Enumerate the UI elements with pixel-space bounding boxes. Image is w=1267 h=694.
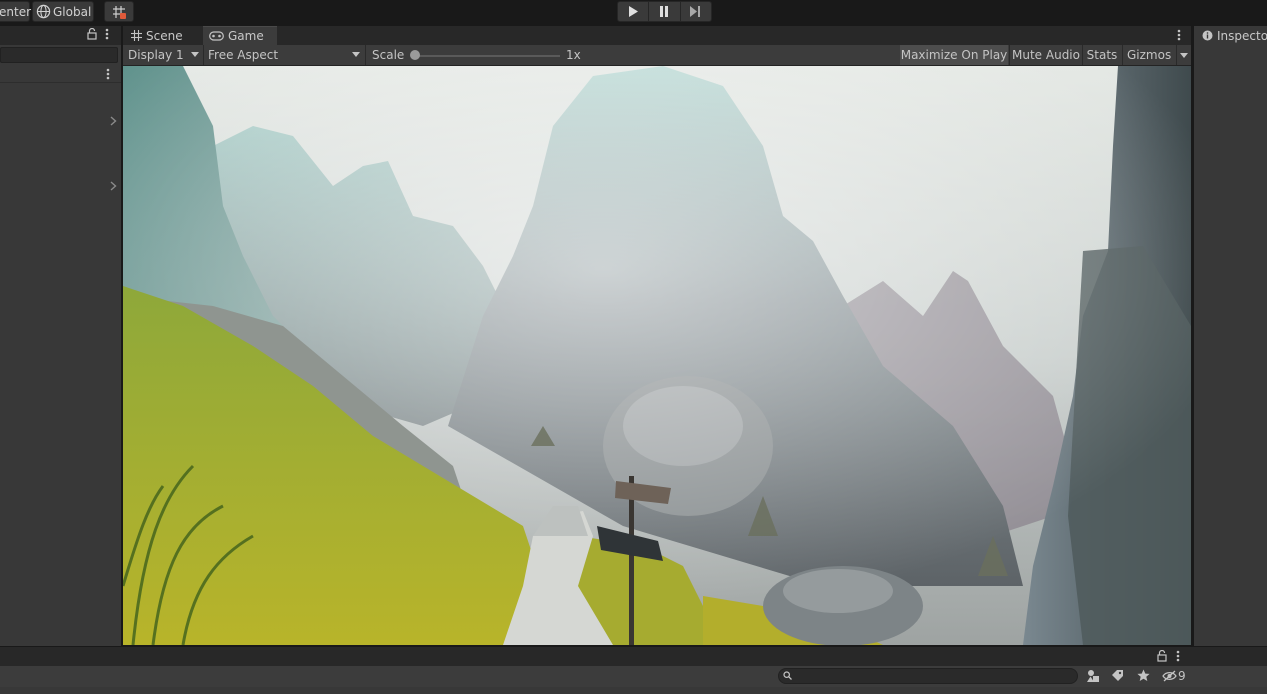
step-icon	[690, 6, 701, 17]
hidden-packages-toggle[interactable]: 9	[1162, 669, 1186, 683]
play-icon	[628, 6, 639, 17]
kebab-menu-icon[interactable]	[1176, 650, 1180, 662]
expand-chevron-icon[interactable]	[110, 116, 117, 126]
space-toggle[interactable]: Global	[32, 1, 94, 22]
maximize-on-play-toggle[interactable]: Maximize On Play	[900, 45, 1008, 65]
scale-value: 1x	[566, 48, 581, 62]
scale-label: Scale	[372, 48, 405, 62]
grid-icon	[131, 30, 142, 41]
game-viewport[interactable]	[123, 66, 1191, 645]
dropdown-arrow-icon	[191, 52, 199, 57]
view-tab-bar: Scene Game	[123, 26, 1191, 45]
tab-scene[interactable]: Scene	[125, 26, 201, 45]
pivot-toggle[interactable]: enter	[0, 1, 32, 22]
scale-slider-track[interactable]	[414, 55, 560, 57]
hierarchy-scene-row[interactable]	[0, 66, 121, 83]
display-dropdown[interactable]: Display 1	[123, 45, 203, 65]
gizmos-dropdown[interactable]	[1176, 45, 1191, 65]
globe-icon	[36, 4, 51, 19]
main-toolbar: enter Global	[0, 0, 1267, 25]
tab-game[interactable]: Game	[203, 26, 277, 45]
tab-game-label: Game	[228, 29, 264, 43]
info-icon	[1202, 30, 1213, 41]
grid-snap-button[interactable]	[104, 1, 134, 22]
game-scene-render	[123, 66, 1191, 645]
gamepad-icon	[209, 31, 224, 41]
tab-scene-label: Scene	[146, 28, 183, 43]
favorite-star-icon[interactable]	[1137, 669, 1150, 682]
kebab-menu-icon[interactable]	[105, 28, 109, 40]
aspect-dropdown[interactable]: Free Aspect	[203, 45, 364, 65]
play-button[interactable]	[618, 2, 650, 21]
step-button[interactable]	[681, 2, 711, 21]
scene-menu-icon[interactable]	[106, 68, 110, 80]
pivot-label: enter	[0, 4, 32, 19]
gizmos-toggle[interactable]: Gizmos	[1122, 45, 1176, 65]
mute-audio-toggle[interactable]: Mute Audio	[1009, 45, 1082, 65]
project-panel-header	[0, 647, 1267, 666]
project-panel: 9	[0, 647, 1267, 694]
kebab-menu-icon[interactable]	[1177, 29, 1181, 41]
grid-snap-icon	[111, 4, 127, 20]
eye-slash-icon	[1162, 670, 1177, 682]
hierarchy-panel	[0, 26, 121, 646]
project-toolbar: 9	[0, 666, 1267, 687]
aspect-label: Free Aspect	[208, 48, 279, 62]
space-label: Global	[53, 4, 92, 19]
hierarchy-search-input[interactable]	[0, 47, 118, 63]
filter-by-type-icon[interactable]	[1086, 669, 1100, 683]
game-view-toolbar: Display 1 Free Aspect Scale 1x Maximize …	[123, 45, 1191, 66]
scale-control: Scale 1x	[365, 45, 585, 65]
filter-by-label-icon[interactable]	[1111, 669, 1124, 682]
maximize-label: Maximize On Play	[900, 48, 1008, 62]
mute-label: Mute Audio	[1012, 48, 1080, 62]
display-label: Display 1	[128, 48, 184, 62]
stats-toggle[interactable]: Stats	[1082, 45, 1121, 65]
playmode-controls	[617, 1, 712, 22]
inspector-tab-label: Inspecto	[1217, 28, 1267, 43]
expand-chevron-icon[interactable]	[110, 181, 117, 191]
pause-button[interactable]	[649, 2, 681, 21]
stats-label: Stats	[1086, 48, 1118, 62]
gizmos-label: Gizmos	[1127, 48, 1172, 62]
dropdown-arrow-icon	[1180, 52, 1188, 58]
lock-icon[interactable]	[1157, 650, 1167, 662]
inspector-panel: Inspecto	[1194, 26, 1267, 646]
pause-icon	[659, 6, 669, 17]
hidden-count: 9	[1178, 669, 1186, 683]
project-search-input[interactable]	[778, 668, 1078, 684]
hierarchy-header	[0, 26, 121, 45]
lock-icon[interactable]	[87, 28, 97, 40]
tab-inspector[interactable]: Inspecto	[1194, 26, 1267, 45]
scale-slider-thumb[interactable]	[410, 50, 420, 60]
dropdown-arrow-icon	[352, 52, 360, 57]
search-icon	[783, 671, 792, 680]
